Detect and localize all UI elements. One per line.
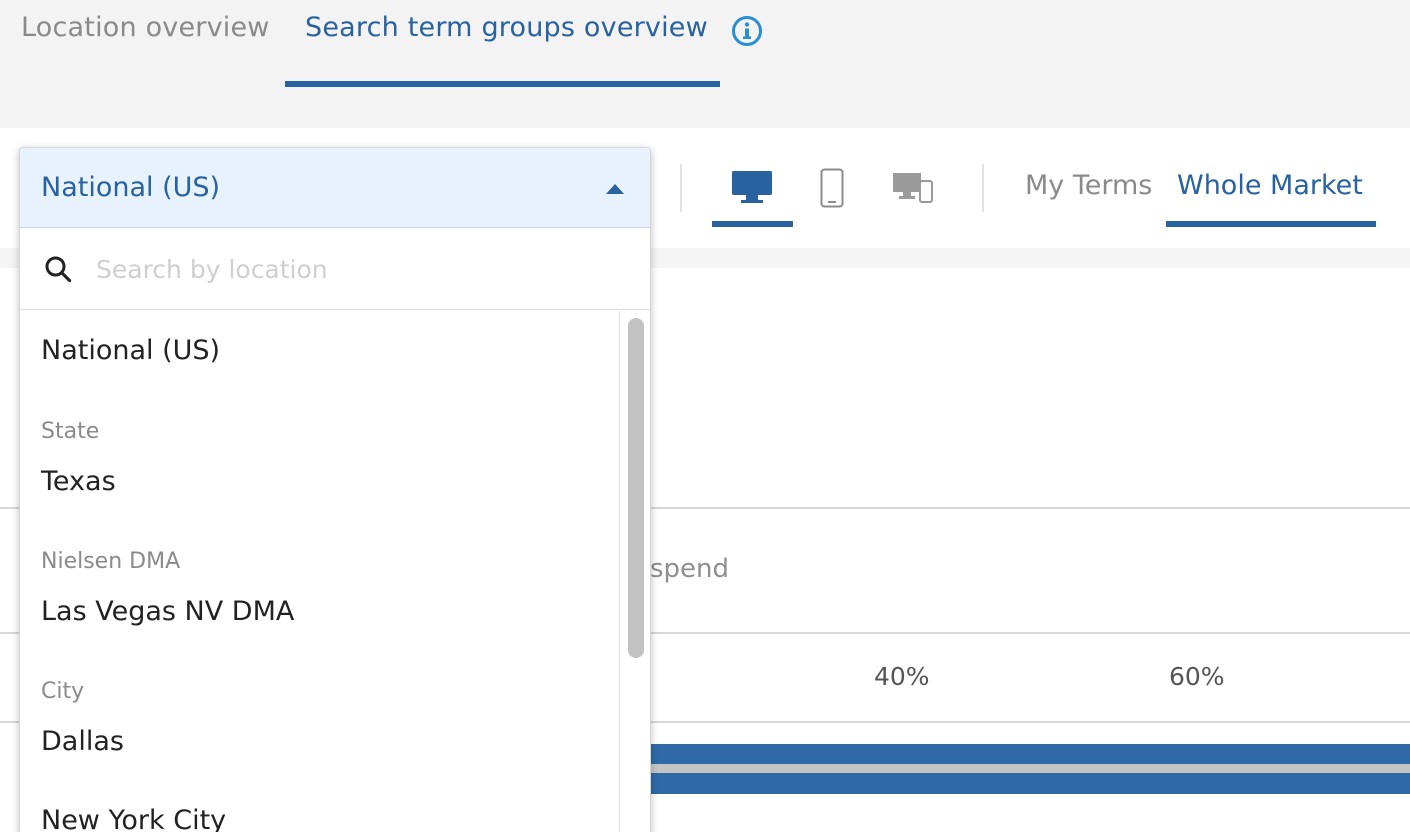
info-icon[interactable]	[731, 15, 763, 47]
search-icon	[45, 256, 72, 283]
share-bar	[650, 744, 1410, 764]
axis-tick-label: 60%	[1169, 662, 1225, 691]
toolbar-divider	[680, 164, 682, 212]
location-option-las-vegas[interactable]: Las Vegas NV DMA	[41, 596, 294, 627]
tab-search-term-groups-overview[interactable]: Search term groups overview	[305, 12, 708, 43]
location-option-dallas[interactable]: Dallas	[41, 726, 124, 757]
location-dropdown: National (US) National (US) State Texas …	[19, 147, 651, 832]
multi-device-icon[interactable]	[892, 172, 934, 204]
location-option-national[interactable]: National (US)	[41, 335, 220, 366]
selected-location: National (US)	[41, 172, 221, 203]
group-label-city: City	[41, 679, 85, 704]
desktop-selected-indicator	[712, 221, 793, 227]
location-search	[20, 229, 650, 310]
active-tab-indicator	[285, 81, 720, 87]
caret-up-icon	[606, 184, 624, 194]
desktop-icon[interactable]	[731, 170, 773, 204]
mobile-icon[interactable]	[820, 168, 844, 208]
scope-whole-market[interactable]: Whole Market	[1177, 170, 1363, 201]
scope-selected-indicator	[1166, 221, 1376, 227]
location-list[interactable]: National (US) State Texas Nielsen DMA La…	[20, 311, 620, 832]
location-search-input[interactable]	[96, 247, 616, 291]
location-option-new-york-city[interactable]: New York City	[41, 805, 226, 832]
location-dropdown-toggle[interactable]: National (US)	[20, 148, 650, 228]
scope-my-terms[interactable]: My Terms	[1025, 170, 1152, 201]
location-list-scroll-thumb[interactable]	[628, 318, 644, 658]
share-bar-baseline	[650, 764, 1410, 773]
tab-location-overview[interactable]: Location overview	[21, 12, 270, 43]
axis-tick-label: 40%	[874, 662, 930, 691]
toolbar-divider	[982, 164, 984, 212]
group-label-state: State	[41, 419, 100, 444]
share-bar	[650, 773, 1410, 794]
group-label-nielsen-dma: Nielsen DMA	[41, 549, 181, 574]
spend-label: spend	[650, 554, 730, 584]
location-option-texas[interactable]: Texas	[41, 466, 116, 497]
